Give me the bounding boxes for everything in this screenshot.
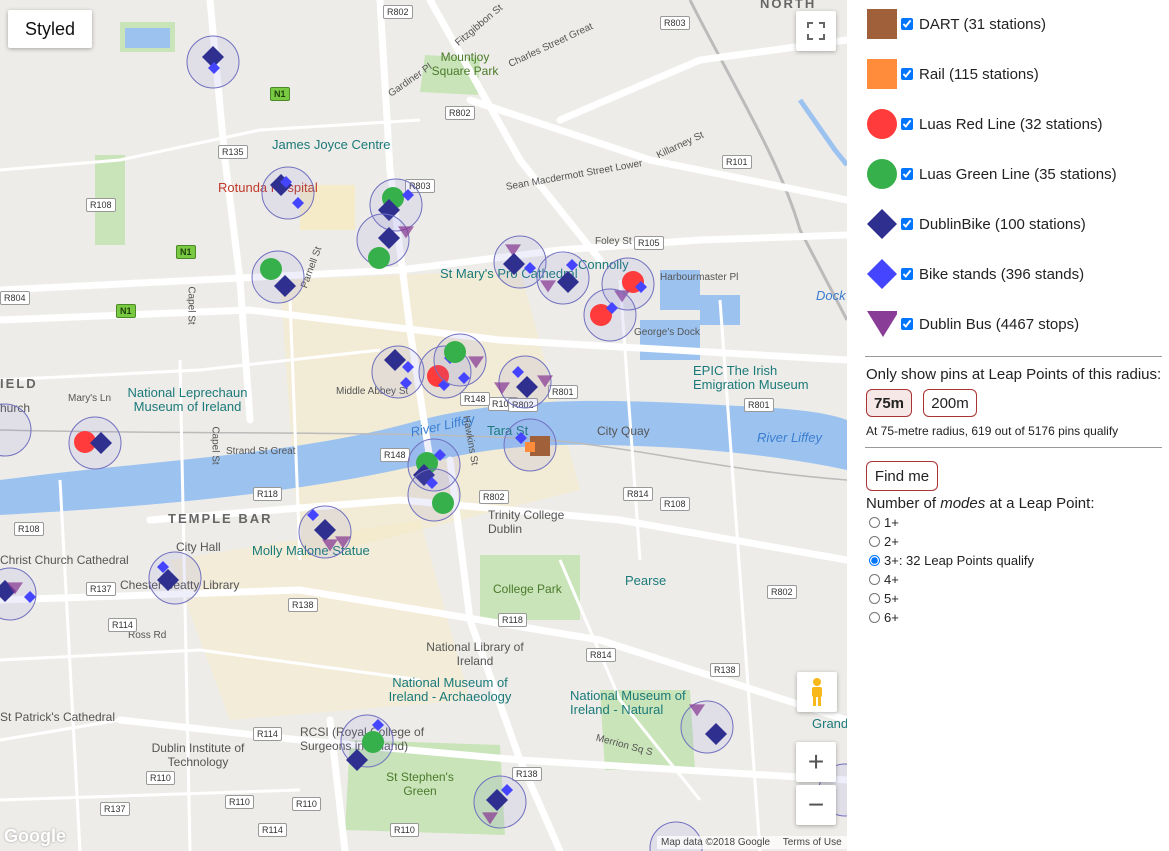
legend-label: Rail (115 stations) (919, 65, 1039, 83)
legend-label: Luas Green Line (35 stations) (919, 165, 1117, 183)
modes-label-prefix: Number of (866, 495, 941, 512)
divider (865, 447, 1162, 448)
mode-label: 2+ (884, 534, 899, 549)
modes-label-suffix: at a Leap Point: (985, 495, 1095, 512)
leap-point-radius (261, 166, 315, 220)
circle-icon (865, 158, 897, 190)
legend-checkbox[interactable] (901, 318, 913, 330)
square-icon (865, 58, 897, 90)
mode-radio[interactable] (869, 536, 880, 547)
legend-checkbox[interactable] (901, 118, 913, 130)
square-icon (865, 8, 897, 40)
green-pin[interactable] (368, 247, 390, 269)
fullscreen-icon (807, 22, 825, 40)
divider (865, 356, 1162, 357)
mode-option[interactable]: 6+ (869, 610, 899, 625)
mode-radio[interactable] (869, 593, 880, 604)
control-panel: DART (31 stations) Rail (115 stations) Lua… (847, 0, 1169, 851)
diamond-icon (865, 208, 897, 240)
legend-item: Luas Red Line (32 stations) (865, 108, 1102, 140)
legend-label: Dublin Bus (4467 stops) (919, 315, 1080, 333)
mode-label: 5+ (884, 591, 899, 606)
legend-checkbox[interactable] (901, 268, 913, 280)
fullscreen-button[interactable] (796, 11, 836, 51)
legend-checkbox[interactable] (901, 68, 913, 80)
legend-label: DART (31 stations) (919, 15, 1046, 33)
legend-item: DublinBike (100 stations) (865, 208, 1086, 240)
green-pin[interactable] (260, 258, 282, 280)
green-pin[interactable] (444, 341, 466, 363)
mode-label: 1+ (884, 515, 899, 530)
mode-option[interactable]: 2+ (869, 534, 899, 549)
leap-point-radius (407, 468, 461, 522)
legend-item: Bike stands (396 stands) (865, 258, 1084, 290)
mode-label: 3+: 32 Leap Points qualify (884, 553, 1034, 568)
map-attribution: Map data ©2018 Google Terms of Use (657, 836, 847, 849)
radius-200m-button[interactable]: 200m (923, 389, 977, 417)
zoom-out-button[interactable]: − (796, 785, 836, 825)
mode-option[interactable]: 5+ (869, 591, 899, 606)
leap-point-radius (680, 700, 734, 754)
legend-checkbox[interactable] (901, 18, 913, 30)
terms-link[interactable]: Terms of Use (783, 837, 842, 848)
rail-pin[interactable] (525, 442, 535, 452)
legend-checkbox[interactable] (901, 218, 913, 230)
legend-item: DART (31 stations) (865, 8, 1046, 40)
legend-checkbox[interactable] (901, 168, 913, 180)
pegman-icon (812, 678, 822, 706)
find-me-button[interactable]: Find me (866, 461, 938, 491)
green-pin[interactable] (362, 731, 384, 753)
triangle-icon (865, 308, 897, 340)
zoom-in-button[interactable]: + (796, 742, 836, 782)
modes-label: Number of modes at a Leap Point: (866, 495, 1094, 512)
mode-radio[interactable] (869, 517, 880, 528)
legend-label: DublinBike (100 stations) (919, 215, 1086, 233)
legend-label: Bike stands (396 stands) (919, 265, 1085, 283)
mode-radio[interactable] (869, 555, 880, 566)
radius-summary: At 75-metre radius, 619 out of 5176 pins… (866, 424, 1119, 438)
mode-option[interactable]: 3+: 32 Leap Points qualify (869, 553, 1034, 568)
mode-radio[interactable] (869, 612, 880, 623)
diamond-icon (865, 258, 897, 290)
legend-label: Luas Red Line (32 stations) (919, 115, 1103, 133)
legend-item: Luas Green Line (35 stations) (865, 158, 1117, 190)
mode-option[interactable]: 1+ (869, 515, 899, 530)
mode-option[interactable]: 4+ (869, 572, 899, 587)
google-logo: Google (4, 826, 66, 846)
map-data-text: Map data ©2018 Google (661, 837, 771, 848)
circle-icon (865, 108, 897, 140)
green-pin[interactable] (432, 492, 454, 514)
leap-point-pins[interactable] (0, 0, 847, 851)
mode-radio[interactable] (869, 574, 880, 585)
mode-label: 6+ (884, 610, 899, 625)
pegman-button[interactable] (797, 672, 837, 712)
radius-75m-button[interactable]: 75m (866, 389, 912, 417)
legend-item: Dublin Bus (4467 stops) (865, 308, 1079, 340)
leap-point-radius (0, 403, 32, 457)
mode-label: 4+ (884, 572, 899, 587)
radius-label: Only show pins at Leap Points of this ra… (866, 366, 1162, 383)
modes-label-em: modes (940, 495, 986, 512)
styled-map-button[interactable]: Styled (8, 10, 92, 48)
legend-item: Rail (115 stations) (865, 58, 1039, 90)
map[interactable]: NORTH Mountjoy Square Park James Joyce C… (0, 0, 847, 851)
